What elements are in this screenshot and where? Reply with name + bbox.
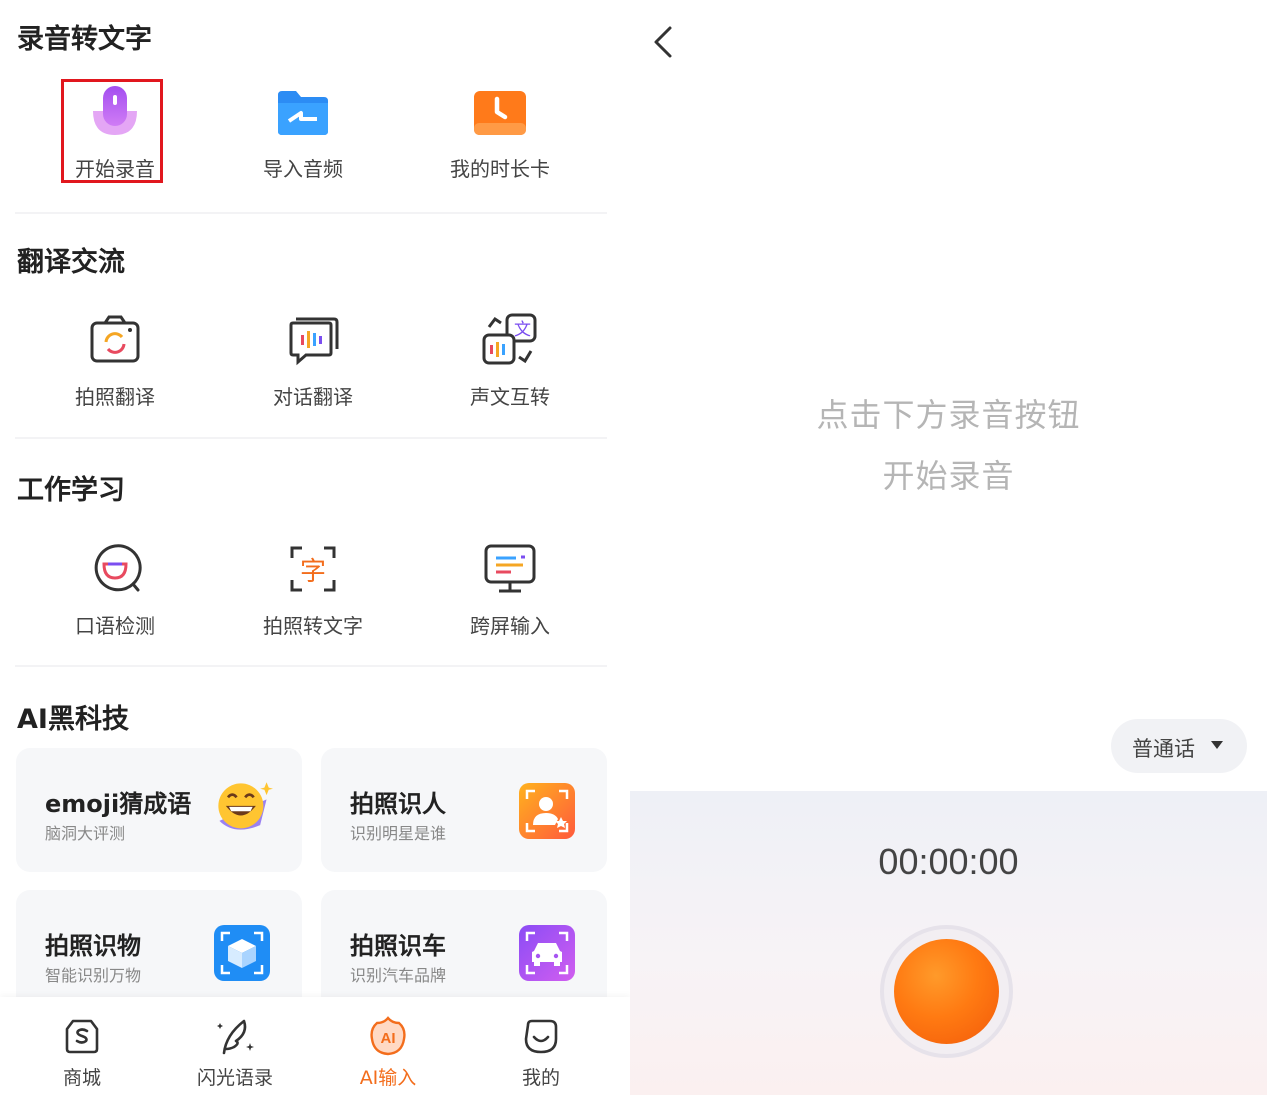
photo-translate-button[interactable]: 拍照翻译 <box>60 307 170 417</box>
section-title-work: 工作学习 <box>17 475 125 506</box>
bottom-tab-bar: 商城 闪光语录 AI AI输入 我的 <box>0 997 630 1095</box>
tab-label: AI输入 <box>359 1067 417 1089</box>
section-title-translate: 翻译交流 <box>17 247 125 278</box>
store-icon <box>65 1019 99 1054</box>
translate-tools: 拍照翻译 对话翻译 文 声文互转 <box>15 307 607 427</box>
work-tools: 口语检测 字 拍照转文字 跨屏输入 <box>15 536 607 656</box>
section-title-recording: 录音转文字 <box>17 24 152 55</box>
record-control-panel: 00:00:00 <box>630 791 1267 1095</box>
tab-label: 闪光语录 <box>196 1067 273 1089</box>
recording-hint-line1: 点击下方录音按钮 <box>816 396 1081 434</box>
section-title-ai: AI黑科技 <box>17 704 129 735</box>
emoji-face-icon <box>218 782 273 830</box>
card-title: emoji猜成语 <box>45 790 192 818</box>
svg-text:字: 字 <box>300 557 326 587</box>
cross-screen-input-button[interactable]: 跨屏输入 <box>455 536 565 646</box>
camera-translate-icon <box>90 315 140 363</box>
caret-down-icon <box>1211 741 1223 749</box>
back-arrow-icon[interactable] <box>648 22 678 62</box>
photo-to-text-button[interactable]: 字 拍照转文字 <box>258 536 368 646</box>
oral-test-button[interactable]: 口语检测 <box>60 536 170 646</box>
record-button[interactable] <box>894 939 999 1044</box>
card-subtitle: 脑洞大评测 <box>45 824 126 843</box>
cross-screen-input-label: 跨屏输入 <box>470 614 550 638</box>
photo-recognize-car-card[interactable]: 拍照识车 识别汽车品牌 <box>321 890 607 1014</box>
oral-test-icon <box>94 544 142 592</box>
language-value: 普通话 <box>1132 737 1195 761</box>
import-audio-label: 导入音频 <box>263 157 343 181</box>
time-card-button[interactable]: 我的时长卡 <box>445 79 555 189</box>
ai-input-icon: AI <box>370 1016 406 1056</box>
feather-pen-icon <box>217 1019 254 1055</box>
svg-text:文: 文 <box>514 320 531 340</box>
chat-bubble-icon <box>289 317 339 366</box>
tab-flash-quotes[interactable]: 闪光语录 <box>170 997 300 1095</box>
time-card-label: 我的时长卡 <box>450 157 550 181</box>
record-button-ring <box>880 925 1013 1058</box>
voice-text-icon: 文 <box>482 313 537 365</box>
language-selector[interactable]: 普通话 <box>1111 719 1247 773</box>
photo-to-text-label: 拍照转文字 <box>263 614 363 638</box>
divider <box>15 437 607 439</box>
tab-label: 商城 <box>62 1067 101 1089</box>
voice-text-convert-button[interactable]: 文 声文互转 <box>455 307 565 417</box>
car-scan-icon <box>519 925 575 981</box>
dialog-translate-button[interactable]: 对话翻译 <box>258 307 368 417</box>
card-subtitle: 智能识别万物 <box>45 966 142 985</box>
profile-face-icon <box>524 1019 558 1054</box>
tab-label: 我的 <box>521 1067 560 1089</box>
clock-card-icon <box>474 91 526 135</box>
photo-translate-label: 拍照翻译 <box>75 385 155 409</box>
card-subtitle: 识别汽车品牌 <box>350 966 447 985</box>
monitor-icon <box>484 544 536 593</box>
folder-icon <box>278 91 328 135</box>
dialog-translate-label: 对话翻译 <box>273 385 353 409</box>
svg-text:AI: AI <box>381 1030 396 1047</box>
oral-test-label: 口语检测 <box>75 614 155 638</box>
scan-text-icon: 字 <box>290 546 336 592</box>
photo-recognize-person-card[interactable]: 拍照识人 识别明星是谁 <box>321 748 607 872</box>
selection-highlight <box>61 79 163 183</box>
photo-recognize-object-card[interactable]: 拍照识物 智能识别万物 <box>16 890 302 1014</box>
tab-mine[interactable]: 我的 <box>476 997 606 1095</box>
import-audio-button[interactable]: 导入音频 <box>248 79 358 189</box>
recording-timer: 00:00:00 <box>878 841 1019 882</box>
card-title: 拍照识人 <box>350 790 446 818</box>
card-title: 拍照识物 <box>45 932 141 960</box>
cube-scan-icon <box>214 925 270 981</box>
voice-text-convert-label: 声文互转 <box>470 385 550 409</box>
tools-panel: 录音转文字 开始录音 导入音频 我的时长卡 翻译交流 拍照翻译 对话翻译 文 声… <box>0 0 630 1095</box>
divider <box>15 665 607 667</box>
tab-ai-input[interactable]: AI AI输入 <box>323 997 453 1095</box>
recording-hint-line2: 开始录音 <box>882 457 1015 495</box>
emoji-idiom-card[interactable]: emoji猜成语 脑洞大评测 <box>16 748 302 872</box>
recorder-screen: 点击下方录音按钮 开始录音 普通话 00:00:00 <box>630 0 1267 1095</box>
tab-store[interactable]: 商城 <box>17 997 147 1095</box>
card-title: 拍照识车 <box>350 932 446 960</box>
divider <box>15 212 607 214</box>
card-subtitle: 识别明星是谁 <box>350 824 447 843</box>
person-scan-icon <box>519 783 575 839</box>
